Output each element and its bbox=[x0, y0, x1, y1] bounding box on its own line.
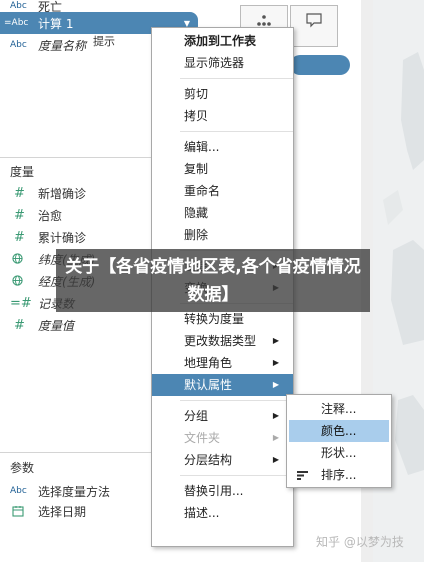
string-icon: Abc bbox=[10, 486, 27, 496]
field-label: 累计确诊 bbox=[38, 230, 87, 245]
menu-item-label: 转换为度量 bbox=[184, 312, 245, 326]
submenu-arrow-icon: ▶ bbox=[272, 358, 279, 367]
calendar-icon bbox=[0, 505, 38, 517]
string-icon: Abc bbox=[10, 40, 27, 50]
menu-item[interactable]: 更改数据类型 ▶ bbox=[152, 330, 293, 352]
globe-icon bbox=[0, 253, 38, 265]
submenu-item[interactable]: 注释... bbox=[289, 398, 389, 420]
menu-item[interactable]: 剪切 bbox=[152, 83, 293, 105]
detail-dots-icon bbox=[257, 15, 271, 26]
menu-item-label: 显示筛选器 bbox=[184, 56, 245, 70]
menu-item-label: 隐藏 bbox=[184, 206, 209, 220]
menu-item-label: 替换引用... bbox=[184, 484, 244, 498]
menu-separator bbox=[180, 400, 293, 401]
submenu-item-label: 排序... bbox=[321, 468, 357, 482]
tooltip-icon bbox=[306, 13, 322, 28]
menu-item[interactable]: 隐藏 bbox=[152, 202, 293, 224]
sort-icon bbox=[297, 471, 308, 480]
menu-item-label: 分组 bbox=[184, 409, 209, 423]
submenu-arrow-icon: ▶ bbox=[272, 455, 279, 464]
field-label: 计算 1 bbox=[38, 16, 74, 31]
number-icon: # bbox=[14, 185, 25, 201]
submenu-arrow-icon: ▶ bbox=[272, 433, 279, 442]
menu-item-label: 编辑... bbox=[184, 140, 220, 154]
globe-icon bbox=[0, 275, 38, 287]
field-pill[interactable] bbox=[290, 55, 350, 75]
submenu-item[interactable]: 形状... bbox=[289, 442, 389, 464]
menu-item[interactable]: 分组 ▶ bbox=[152, 405, 293, 427]
menu-item[interactable]: 显示筛选器 bbox=[152, 52, 293, 74]
field-label: 度量名称 bbox=[38, 38, 87, 53]
menu-item[interactable]: 重命名 bbox=[152, 180, 293, 202]
menu-item[interactable]: 复制 bbox=[152, 158, 293, 180]
menu-separator bbox=[180, 131, 293, 132]
submenu-item[interactable]: 排序... bbox=[289, 464, 389, 486]
menu-item-label: 删除 bbox=[184, 228, 209, 242]
menu-item-label: 默认属性 bbox=[184, 378, 233, 392]
submenu-arrow-icon: ▶ bbox=[272, 336, 279, 345]
submenu-arrow-icon: ▶ bbox=[272, 380, 279, 389]
field-label: 度量值 bbox=[38, 318, 75, 333]
string-icon: Abc bbox=[10, 1, 27, 11]
menu-item[interactable]: 删除 bbox=[152, 224, 293, 246]
number-icon: # bbox=[14, 317, 25, 333]
default-properties-submenu: 注释... 颜色... 形状... 排序... bbox=[286, 394, 392, 488]
field-label: 选择度量方法 bbox=[38, 484, 111, 499]
menu-item[interactable]: 默认属性 ▶ bbox=[152, 374, 293, 396]
menu-item[interactable]: 编辑... bbox=[152, 136, 293, 158]
marks-tooltip-button[interactable] bbox=[290, 5, 338, 47]
calc-string-icon: =Abc bbox=[4, 18, 29, 28]
menu-item-label: 拷贝 bbox=[184, 109, 209, 123]
params-title: 参数 bbox=[10, 461, 35, 475]
menu-item-label: 添加到工作表 bbox=[184, 34, 257, 48]
menu-separator bbox=[180, 475, 293, 476]
submenu-item-label: 注释... bbox=[321, 402, 357, 416]
measures-title: 度量 bbox=[10, 165, 35, 179]
calc-number-icon: =# bbox=[10, 295, 32, 311]
field-label: 选择日期 bbox=[38, 504, 87, 519]
submenu-item-label: 颜色... bbox=[321, 424, 357, 438]
menu-item[interactable]: 替换引用... bbox=[152, 480, 293, 502]
number-icon: # bbox=[14, 229, 25, 245]
menu-item-label: 描述... bbox=[184, 506, 220, 520]
banner-text: 关于【各省疫情地区表,各个省疫情情况数据】 bbox=[65, 256, 361, 305]
menu-separator bbox=[180, 78, 293, 79]
menu-item-label: 复制 bbox=[184, 162, 209, 176]
menu-item[interactable]: 描述... bbox=[152, 502, 293, 524]
menu-item-label: 剪切 bbox=[184, 87, 209, 101]
number-icon: # bbox=[14, 207, 25, 223]
menu-item: 文件夹 ▶ bbox=[152, 427, 293, 449]
menu-item-label: 地理角色 bbox=[184, 356, 233, 370]
menu-item-label: 重命名 bbox=[184, 184, 221, 198]
menu-item[interactable]: 添加到工作表 bbox=[152, 30, 293, 52]
watermark: 知乎 @以梦为技 bbox=[316, 535, 404, 549]
tooltip-label: 提示 bbox=[93, 35, 115, 48]
menu-item[interactable]: 分层结构 ▶ bbox=[152, 449, 293, 471]
field-label: 新增确诊 bbox=[38, 186, 87, 201]
submenu-item-label: 形状... bbox=[321, 446, 357, 460]
menu-item-label: 文件夹 bbox=[184, 431, 221, 445]
menu-item-label: 分层结构 bbox=[184, 453, 233, 467]
submenu-arrow-icon: ▶ bbox=[272, 411, 279, 420]
menu-item-label: 更改数据类型 bbox=[184, 334, 257, 348]
submenu-item[interactable]: 颜色... bbox=[289, 420, 389, 442]
field-label: 治愈 bbox=[38, 208, 63, 223]
title-banner: 关于【各省疫情地区表,各个省疫情情况数据】 bbox=[56, 249, 370, 312]
menu-item[interactable]: 拷贝 bbox=[152, 105, 293, 127]
menu-item[interactable]: 地理角色 ▶ bbox=[152, 352, 293, 374]
